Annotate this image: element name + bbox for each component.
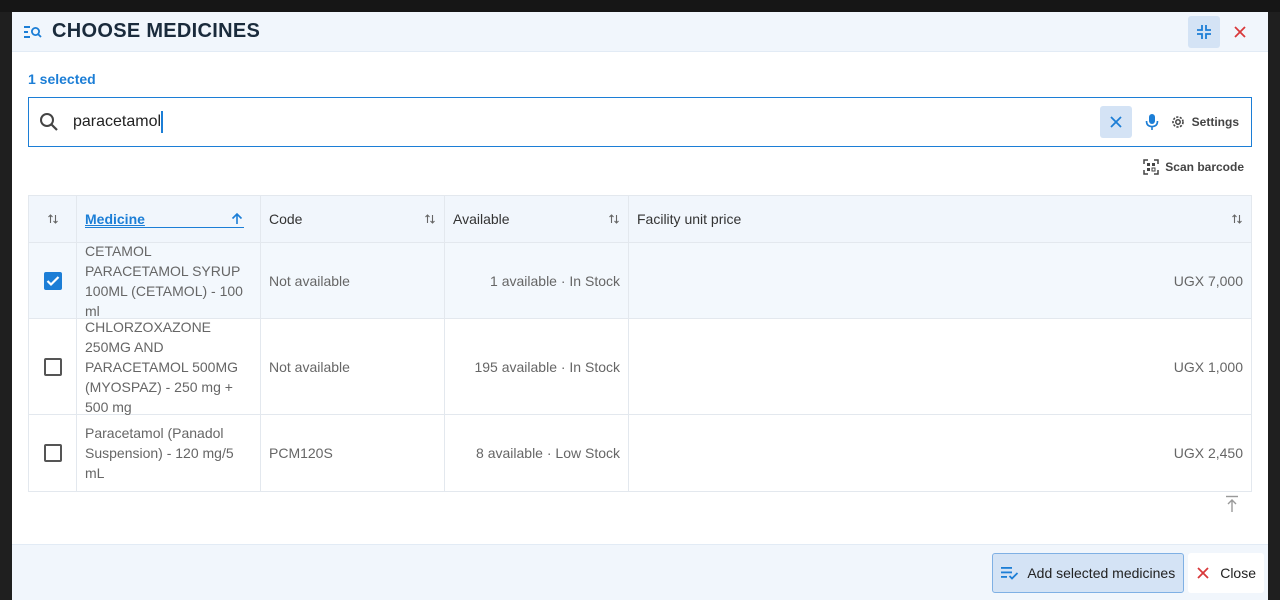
medicine-cell: CETAMOL PARACETAMOL SYRUP 100ML (CETAMOL…: [77, 243, 261, 319]
row-checkbox[interactable]: [43, 357, 62, 376]
search-settings-button[interactable]: Settings: [1166, 106, 1243, 138]
column-label-available: Available: [453, 211, 510, 227]
row-checkbox-cell: [29, 319, 77, 414]
medicine-cell: CHLORZOXAZONE 250MG AND PARACETAMOL 500M…: [77, 319, 261, 415]
table-row[interactable]: Paracetamol (Panadol Suspension) - 120 m…: [29, 415, 1251, 491]
column-header-code[interactable]: Code: [261, 196, 445, 242]
table-header: Medicine Code Available Facility unit pr…: [29, 196, 1251, 243]
price-cell: UGX 7,000: [1173, 272, 1243, 289]
row-checkbox-cell: [29, 415, 77, 491]
close-dialog-button[interactable]: [1224, 16, 1256, 48]
scan-row: Scan barcode: [28, 155, 1252, 179]
checkmark-icon: [46, 275, 59, 286]
scroll-top-icon: [1226, 495, 1238, 512]
search-input-value: paracetamol: [73, 113, 162, 130]
row-checkbox[interactable]: [43, 444, 62, 462]
table-row[interactable]: CETAMOL PARACETAMOL SYRUP 100ML (CETAMOL…: [29, 243, 1251, 319]
select-column-sort[interactable]: [29, 196, 77, 242]
column-label-price: Facility unit price: [637, 211, 742, 227]
search-input[interactable]: paracetamol: [73, 111, 1100, 133]
sort-ascending-icon: [231, 212, 243, 224]
close-button[interactable]: Close: [1188, 552, 1264, 593]
row-checkbox[interactable]: [43, 271, 62, 290]
column-header-available[interactable]: Available: [445, 196, 629, 242]
backdrop-bar: [0, 0, 1280, 12]
text-caret: [161, 111, 164, 133]
sort-icon: [609, 214, 619, 224]
clear-icon: [1110, 116, 1122, 128]
close-label: Close: [1220, 564, 1256, 581]
code-cell: Not available: [261, 319, 445, 414]
scroll-to-top-button[interactable]: [1220, 492, 1244, 516]
dialog-body: 1 selected paracetamol Settings Scan bar…: [12, 52, 1268, 544]
sort-underline: [85, 227, 244, 228]
close-icon: [1197, 566, 1209, 579]
qr-scan-icon: [1143, 159, 1160, 175]
selected-count: 1 selected: [28, 71, 96, 87]
scan-barcode-button[interactable]: Scan barcode: [1143, 159, 1252, 175]
available-cell: 1 available · In Stock: [445, 243, 629, 318]
column-header-medicine[interactable]: Medicine: [77, 196, 261, 242]
dialog-header: CHOOSE MEDICINES: [12, 12, 1268, 52]
clear-search-button[interactable]: [1099, 106, 1132, 138]
available-cell: 195 available · In Stock: [445, 319, 629, 414]
search-box: paracetamol Settings: [28, 97, 1252, 147]
add-selected-medicines-button[interactable]: Add selected medicines: [992, 552, 1185, 593]
sort-icon: [1232, 214, 1242, 224]
collapse-icon: [1197, 24, 1211, 39]
choose-medicines-dialog: CHOOSE MEDICINES 1 selected paracetamol: [12, 12, 1268, 600]
price-cell: UGX 2,450: [1173, 445, 1243, 461]
collapse-button[interactable]: [1188, 15, 1220, 48]
close-icon: [1234, 25, 1246, 38]
search-icon: [37, 110, 61, 134]
scan-barcode-label: Scan barcode: [1165, 160, 1244, 174]
dialog-footer: Add selected medicines Close: [12, 544, 1268, 600]
code-cell: PCM120S: [261, 415, 445, 491]
table-row[interactable]: CHLORZOXAZONE 250MG AND PARACETAMOL 500M…: [29, 319, 1251, 415]
price-cell: UGX 1,000: [1173, 358, 1243, 375]
column-label-medicine: Medicine: [85, 211, 145, 227]
medicine-cell: Paracetamol (Panadol Suspension) - 120 m…: [77, 415, 261, 491]
available-cell: 8 available · Low Stock: [445, 415, 629, 491]
gear-icon: [1171, 116, 1184, 128]
sort-icon: [47, 214, 58, 224]
microphone-icon: [1145, 114, 1158, 130]
dialog-title: CHOOSE MEDICINES: [52, 20, 261, 42]
sort-icon: [425, 214, 435, 224]
add-selected-label: Add selected medicines: [1027, 564, 1176, 581]
settings-label: Settings: [1191, 115, 1239, 129]
column-header-price[interactable]: Facility unit price: [629, 196, 1251, 242]
list-search-icon: [24, 22, 44, 42]
playlist-add-check-icon: [1001, 566, 1019, 580]
row-checkbox-cell: [29, 243, 77, 318]
medicines-table: Medicine Code Available Facility unit pr…: [28, 195, 1252, 492]
code-cell: Not available: [261, 243, 445, 318]
column-label-code: Code: [269, 211, 303, 227]
voice-search-button[interactable]: [1138, 106, 1166, 138]
